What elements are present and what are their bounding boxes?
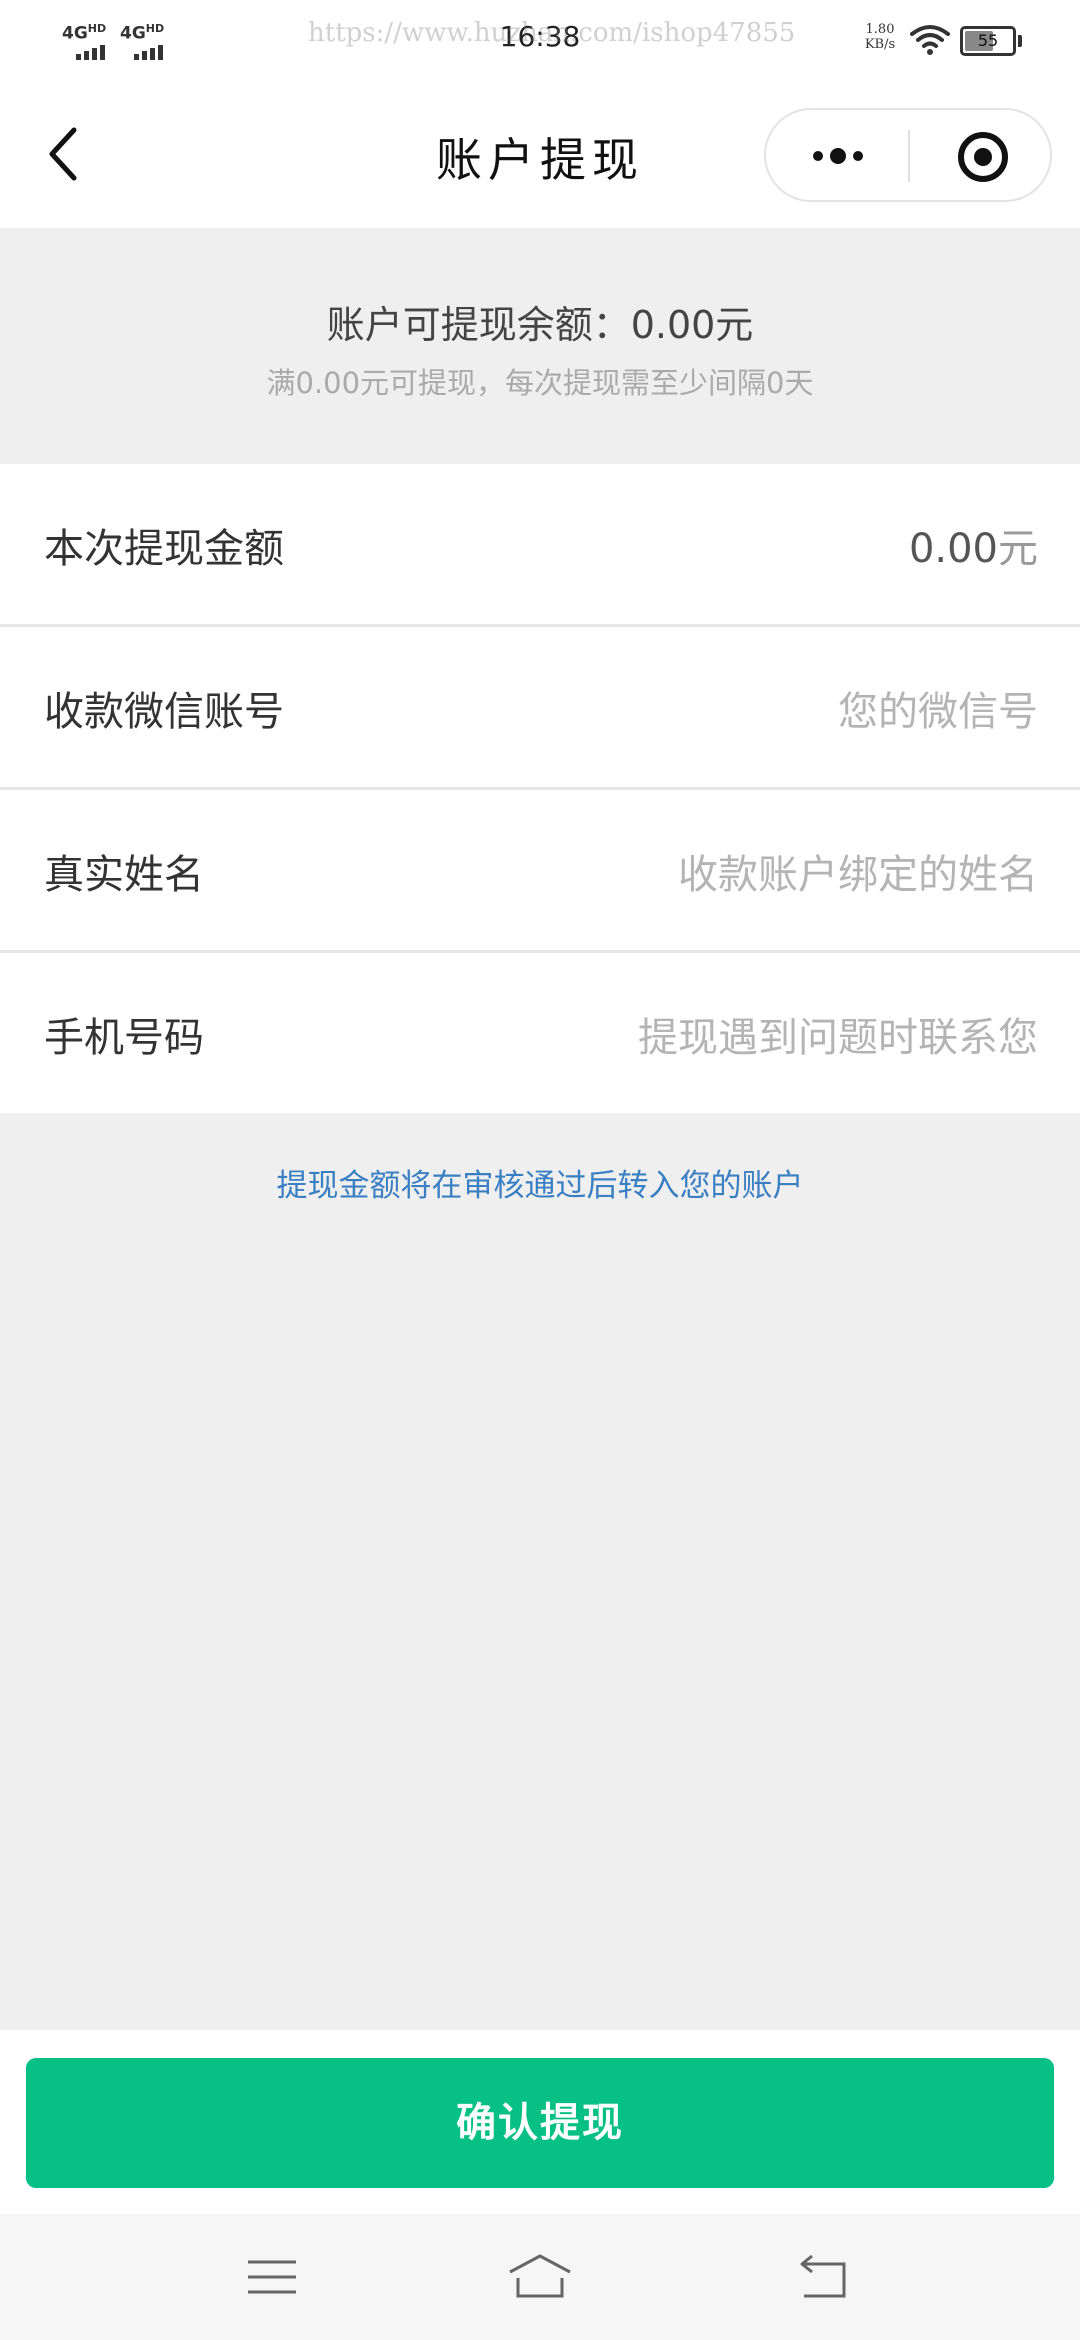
amount-row[interactable]: 本次提现金额 0.00元 bbox=[0, 464, 1080, 624]
target-icon[interactable] bbox=[956, 130, 1010, 184]
balance-note: 满0.00元可提现，每次提现需至少间隔0天 bbox=[266, 366, 814, 400]
network-speed: 1.80 KB/s bbox=[858, 22, 902, 52]
wechat-row[interactable]: 收款微信账号 您的微信号 bbox=[0, 627, 1080, 787]
battery-tip bbox=[1018, 35, 1022, 47]
footer: 确认提现 bbox=[0, 2030, 1080, 2214]
amount-field[interactable]: 0.00元 bbox=[909, 516, 1038, 574]
amount-label: 本次提现金额 bbox=[44, 526, 284, 572]
balance-section: 账户可提现余额：0.00元 满0.00元可提现，每次提现需至少间隔0天 bbox=[0, 228, 1080, 464]
wifi-icon bbox=[910, 25, 950, 55]
network-speed-unit: KB/s bbox=[864, 37, 896, 52]
mini-program-capsule bbox=[764, 108, 1052, 202]
name-row[interactable]: 真实姓名 收款账户绑定的姓名 bbox=[0, 790, 1080, 950]
wechat-label: 收款微信账号 bbox=[44, 689, 284, 735]
battery-level: 55 bbox=[977, 31, 999, 50]
watermark-text: https://www.huzhan.com/ishop47855 bbox=[308, 18, 796, 48]
return-icon[interactable] bbox=[794, 2252, 854, 2302]
balance-title: 账户可提现余额：0.00元 bbox=[326, 303, 754, 347]
system-nav-bar bbox=[0, 2214, 1080, 2340]
menu-icon[interactable] bbox=[242, 2252, 302, 2302]
home-icon[interactable] bbox=[506, 2252, 574, 2302]
capsule-divider bbox=[908, 130, 910, 182]
name-label: 真实姓名 bbox=[44, 852, 204, 898]
nav-bar: 账户提现 bbox=[0, 78, 1080, 228]
more-icon[interactable] bbox=[806, 138, 870, 174]
amount-value: 0.00 bbox=[908, 526, 998, 572]
phone-row[interactable]: 手机号码 提现遇到问题时联系您 bbox=[0, 953, 1080, 1113]
status-bar: 4GHD 4GHD 16:38 https://www.huzhan.com/i… bbox=[0, 0, 1080, 78]
phone-label: 手机号码 bbox=[44, 1015, 204, 1061]
withdraw-tip: 提现金额将在审核通过后转入您的账户 bbox=[276, 1168, 804, 1204]
battery-icon: 55 bbox=[960, 26, 1016, 56]
network-speed-value: 1.80 bbox=[865, 22, 895, 37]
phone-input[interactable]: 提现遇到问题时联系您 bbox=[638, 1005, 1038, 1063]
name-input[interactable]: 收款账户绑定的姓名 bbox=[678, 842, 1038, 900]
wechat-input[interactable]: 您的微信号 bbox=[838, 679, 1038, 737]
amount-unit: 元 bbox=[998, 526, 1038, 572]
confirm-withdraw-button[interactable]: 确认提现 bbox=[26, 2058, 1054, 2188]
